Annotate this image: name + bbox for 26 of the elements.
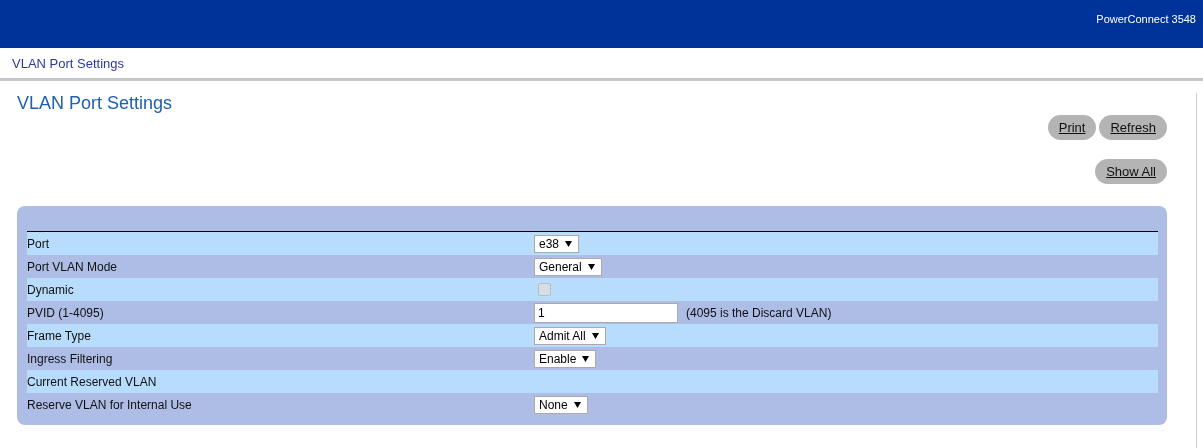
field-label: Reserve VLAN for Internal Use — [27, 397, 193, 412]
dropdown[interactable]: None — [534, 395, 588, 414]
action-button[interactable]: Refresh — [1099, 115, 1167, 140]
field-label: Ingress Filtering — [27, 351, 114, 366]
field-label: Current Reserved VLAN — [27, 374, 158, 389]
action-button[interactable]: Show All — [1095, 159, 1167, 184]
dropdown[interactable]: Admit All — [534, 326, 606, 345]
caret-icon — [587, 263, 595, 270]
field-label: Port VLAN Mode — [27, 259, 119, 274]
field-label: Frame Type — [27, 328, 92, 343]
field-hint: (4095 is the Discard VLAN) — [686, 305, 832, 320]
page-title: VLAN Port Settings — [17, 93, 174, 114]
dropdown[interactable]: e38 — [534, 234, 580, 253]
input-field[interactable]: 1 — [534, 302, 678, 323]
caret-icon — [565, 240, 573, 247]
dropdown[interactable]: Enable — [534, 349, 597, 368]
caret-icon — [573, 401, 581, 408]
caret-icon — [582, 355, 590, 362]
action-button[interactable]: Print — [1047, 115, 1097, 140]
field-label: PVID (1-4095) — [27, 305, 105, 320]
field-label: Port — [27, 236, 50, 251]
dropdown[interactable]: General — [534, 257, 602, 276]
breadcrumb-link[interactable]: VLAN Port Settings — [12, 55, 124, 71]
product-name: PowerConnect 3548 — [1096, 13, 1196, 25]
caret-icon — [591, 332, 599, 339]
field-label: Dynamic — [27, 282, 75, 297]
